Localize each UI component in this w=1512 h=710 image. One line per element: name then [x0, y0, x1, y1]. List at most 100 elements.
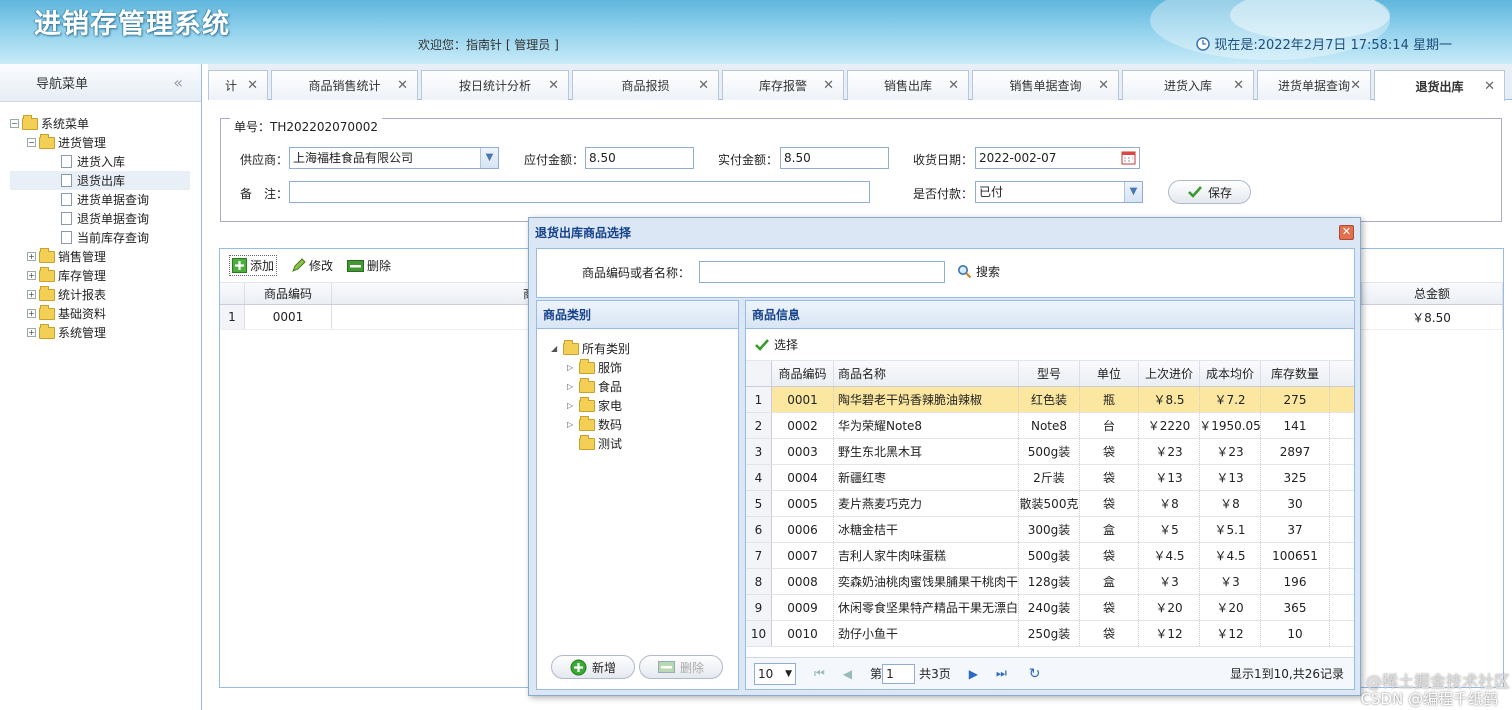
col-header[interactable]: 单位: [1080, 361, 1139, 386]
close-tab-icon[interactable]: ✕: [397, 78, 408, 93]
table-row[interactable]: 9 0009 休闲零食坚果特产精品干果无漂白 240g装袋 ￥20 ￥20 365: [746, 595, 1354, 621]
chevron-down-icon[interactable]: ▼: [480, 148, 498, 168]
expand-arrow-icon[interactable]: ▷: [567, 401, 579, 410]
calendar-icon[interactable]: [1121, 150, 1136, 165]
table-row[interactable]: 1 0001 陶华碧老干妈香辣脆油辣椒 红色装瓶 ￥8.5 ￥7.2 275: [746, 387, 1354, 413]
expand-toggle-icon[interactable]: +: [27, 309, 36, 318]
page-input[interactable]: 1: [882, 663, 916, 684]
category-item[interactable]: ▷ 食品: [551, 377, 630, 396]
nav-item[interactable]: + 系统管理: [10, 323, 190, 342]
last-page-icon[interactable]: ⏭: [996, 666, 1007, 681]
table-row[interactable]: 5 0005 麦片燕麦巧克力 散装500克袋 ￥8 ￥8 30: [746, 491, 1354, 517]
expand-toggle-icon[interactable]: +: [27, 290, 36, 299]
table-row[interactable]: 7 0007 吉利人家牛肉味蛋糕 500g装袋 ￥4.5 ￥4.5 100651: [746, 543, 1354, 569]
chevron-down-icon[interactable]: ▼: [1124, 182, 1142, 202]
close-tab-icon[interactable]: ✕: [247, 78, 258, 93]
delete-category-button[interactable]: 删除: [639, 655, 723, 679]
expand-toggle-icon[interactable]: −: [10, 119, 19, 128]
col-header[interactable]: 上次进价: [1139, 361, 1200, 386]
tab-item[interactable]: 计 ✕: [208, 70, 268, 100]
close-icon[interactable]: ✕: [1339, 224, 1354, 240]
table-cell: 袋: [1080, 621, 1139, 646]
edit-button[interactable]: 修改: [291, 257, 333, 274]
prev-page-icon[interactable]: ◀: [843, 667, 852, 681]
table-row[interactable]: 6 0006 冰糖金桔干 300g装盒 ￥5 ￥5.1 37: [746, 517, 1354, 543]
add-button[interactable]: 添加: [229, 255, 278, 276]
close-tab-icon[interactable]: ✕: [548, 78, 559, 93]
collapse-icon[interactable]: «: [173, 73, 183, 92]
refresh-icon[interactable]: ↻: [1029, 666, 1041, 682]
expand-toggle-icon[interactable]: −: [27, 138, 36, 147]
next-page-icon[interactable]: ▶: [969, 667, 978, 681]
close-tab-icon[interactable]: ✕: [1484, 79, 1495, 94]
search-button[interactable]: 搜索: [957, 263, 1000, 280]
tab-item[interactable]: 商品报损 ✕: [572, 70, 719, 100]
nav-item[interactable]: 进货入库: [10, 152, 190, 171]
tab-item[interactable]: 退货出库 ✕: [1374, 70, 1505, 101]
close-tab-icon[interactable]: ✕: [1098, 78, 1109, 93]
tab-item[interactable]: 进货单据查询 ✕: [1257, 70, 1371, 100]
col-header[interactable]: 型号: [1019, 361, 1080, 386]
nav-item[interactable]: − 进货管理: [10, 133, 190, 152]
tab-item[interactable]: 销售单据查询 ✕: [972, 70, 1119, 100]
nav-item[interactable]: 退货单据查询: [10, 209, 190, 228]
nav-item[interactable]: 进货单据查询: [10, 190, 190, 209]
close-tab-icon[interactable]: ✕: [823, 78, 834, 93]
nav-item[interactable]: 退货出库: [10, 171, 190, 190]
close-tab-icon[interactable]: ✕: [1233, 78, 1244, 93]
tab-item[interactable]: 按日统计分析 ✕: [421, 70, 569, 100]
expand-toggle-icon[interactable]: +: [27, 271, 36, 280]
tab-item[interactable]: 商品销售统计 ✕: [271, 70, 418, 100]
col-header[interactable]: 成本均价: [1200, 361, 1261, 386]
delete-button[interactable]: 删除: [347, 257, 391, 274]
table-row[interactable]: 8 0008 奕森奶油桃肉蜜饯果脯果干桃肉干 128g装盒 ￥3 ￥3 196: [746, 569, 1354, 595]
select-button[interactable]: 选择: [746, 329, 1354, 361]
category-item[interactable]: ▷ 数码: [551, 415, 630, 434]
nav-item[interactable]: + 库存管理: [10, 266, 190, 285]
category-item[interactable]: ◢ 所有类别: [551, 339, 630, 358]
expand-arrow-icon[interactable]: ▷: [567, 382, 579, 391]
first-page-icon[interactable]: ⏮: [814, 666, 825, 681]
nav-item[interactable]: + 统计报表: [10, 285, 190, 304]
tab-item[interactable]: 库存报警 ✕: [722, 70, 844, 100]
tab-item[interactable]: 进货入库 ✕: [1122, 70, 1254, 100]
nav-item[interactable]: − 系统菜单: [10, 114, 190, 133]
check-icon: [1188, 186, 1202, 198]
table-row[interactable]: 10 0010 劲仔小鱼干 250g装袋 ￥12 ￥12 10: [746, 621, 1354, 647]
expand-toggle-icon[interactable]: +: [27, 252, 36, 261]
expand-arrow-icon[interactable]: ▷: [567, 363, 579, 372]
close-tab-icon[interactable]: ✕: [948, 78, 959, 93]
close-tab-icon[interactable]: ✕: [698, 78, 709, 93]
page-size-select[interactable]: 10 ▼: [754, 662, 796, 685]
close-tab-icon[interactable]: ✕: [1350, 78, 1361, 93]
nav-item[interactable]: + 基础资料: [10, 304, 190, 323]
remark-input[interactable]: [289, 181, 870, 203]
collapse-arrow-icon[interactable]: ◢: [551, 344, 563, 353]
date-input[interactable]: 2022-002-07: [975, 147, 1140, 169]
add-category-button[interactable]: 新增: [551, 655, 635, 679]
table-row[interactable]: 4 0004 新疆红枣 2斤装袋 ￥13 ￥13 325: [746, 465, 1354, 491]
payable-input[interactable]: 8.50: [585, 147, 694, 169]
nav-item[interactable]: 当前库存查询: [10, 228, 190, 247]
col-header[interactable]: 商品编码: [772, 361, 834, 386]
category-item[interactable]: 测试: [551, 434, 630, 453]
category-item[interactable]: ▷ 服饰: [551, 358, 630, 377]
category-item[interactable]: ▷ 家电: [551, 396, 630, 415]
col-header[interactable]: 库存数量: [1261, 361, 1330, 386]
tab-label: 销售出库: [883, 79, 932, 93]
tab-item[interactable]: 销售出库 ✕: [847, 70, 969, 100]
folder-icon: [563, 339, 579, 355]
expand-arrow-icon[interactable]: ▷: [567, 420, 579, 429]
expand-toggle-icon[interactable]: +: [27, 328, 36, 337]
paid-input[interactable]: 8.50: [780, 147, 889, 169]
supplier-select[interactable]: 上海福桂食品有限公司 ▼: [289, 147, 499, 169]
nav-item[interactable]: + 销售管理: [10, 247, 190, 266]
save-button[interactable]: 保存: [1168, 180, 1251, 204]
category-tree: ◢ 所有类别 ▷ 服饰 ▷ 食品 ▷ 家电 ▷ 数码 测试: [551, 339, 630, 453]
search-input[interactable]: [699, 261, 945, 283]
col-header[interactable]: 商品名称: [834, 361, 1019, 386]
table-row[interactable]: 3 0003 野生东北黑木耳 500g装袋 ￥23 ￥23 2897: [746, 439, 1354, 465]
is-paid-select[interactable]: 已付 ▼: [975, 181, 1143, 203]
table-row[interactable]: 2 0002 华为荣耀Note8 Note8 台 ￥2220 ￥1950.05 141: [746, 413, 1354, 439]
folder-icon: [39, 247, 55, 263]
